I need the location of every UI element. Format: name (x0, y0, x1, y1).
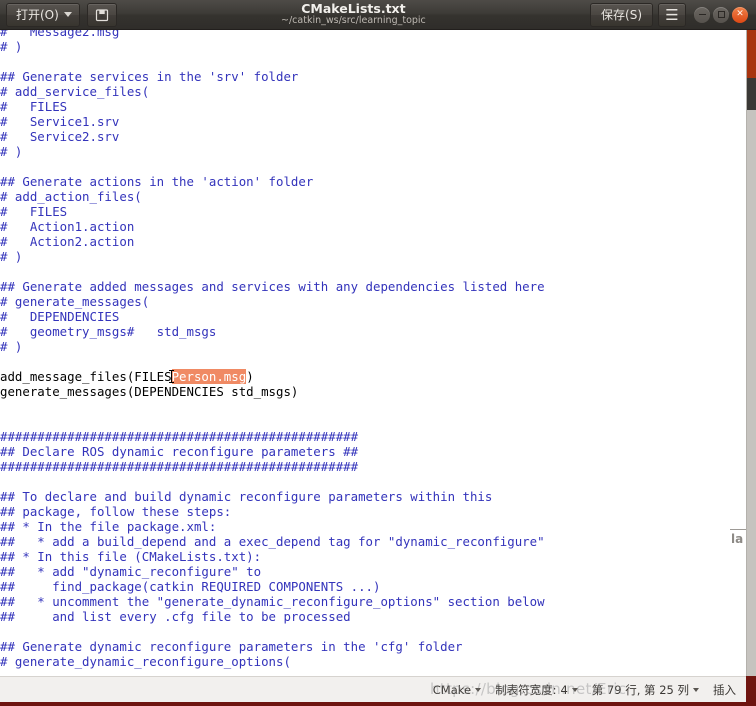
text-editor[interactable]: # Message2.msg # ) ## Generate services i… (0, 30, 746, 676)
insert-mode[interactable]: 插入 (713, 682, 736, 698)
code-line: # add_action_files( (0, 189, 142, 204)
code-line: ## package, follow these steps: (0, 504, 232, 519)
application-window: 打开(O) CMakeLists.txt ~/catkin_ws/src/lea… (0, 0, 756, 706)
code-line: # FILES (0, 99, 68, 114)
vertical-scrollbar[interactable] (746, 30, 756, 676)
source-code[interactable]: # Message2.msg # ) ## Generate services i… (0, 30, 545, 669)
code-text: add_message_files(FILES (0, 369, 172, 384)
save-button[interactable]: 保存(S) (590, 2, 653, 27)
hamburger-icon: ☰ (665, 5, 679, 24)
save-as-icon (95, 8, 108, 21)
close-button[interactable]: ✕ (732, 6, 748, 23)
language-selector[interactable]: CMake (432, 682, 482, 697)
selected-text[interactable]: Person.msg (171, 369, 247, 384)
code-line: # generate_dynamic_reconfigure_options( (0, 654, 291, 669)
status-bar: CMake 制表符宽度: 4 第 79 行, 第 25 列 插入 (0, 676, 746, 702)
code-line: # Action2.action (0, 234, 135, 249)
menu-button[interactable]: ☰ (658, 2, 686, 27)
code-line: # ) (0, 39, 23, 54)
chevron-down-icon (571, 687, 578, 692)
document-title: CMakeLists.txt (301, 0, 406, 16)
title-bar: 打开(O) CMakeLists.txt ~/catkin_ws/src/lea… (0, 0, 756, 30)
code-line: ## * In the file package.xml: (0, 519, 217, 534)
code-line: # Message2.msg (0, 30, 120, 39)
scrollbar-thumb[interactable] (747, 78, 756, 110)
cursor-position[interactable]: 第 79 行, 第 25 列 (592, 682, 699, 698)
code-line: ########################################… (0, 429, 359, 444)
window-title: CMakeLists.txt ~/catkin_ws/src/learning_… (117, 2, 590, 27)
code-line: ## Generate dynamic reconfigure paramete… (0, 639, 463, 654)
code-line: # FILES (0, 204, 68, 219)
language-label: CMake (432, 682, 472, 697)
code-line: ## Declare ROS dynamic reconfigure param… (0, 444, 359, 459)
insert-mode-label: 插入 (713, 682, 736, 697)
code-line: add_message_files(FILESPerson.msg) (0, 369, 545, 384)
code-line: ########################################… (0, 459, 359, 474)
code-line: # Action1.action (0, 219, 135, 234)
document-path: ~/catkin_ws/src/learning_topic (281, 15, 426, 27)
save-button-label: 保存(S) (601, 8, 642, 22)
code-line: ## find_package(catkin REQUIRED COMPONEN… (0, 579, 381, 594)
text-cursor (169, 370, 175, 383)
code-line: # Service1.srv (0, 114, 120, 129)
maximize-icon (717, 11, 725, 18)
tab-width-label: 制表符宽度: (495, 682, 557, 697)
code-line: # Service2.srv (0, 129, 120, 144)
edge-ghost-text: la (731, 532, 744, 546)
tab-width-value: 4 (560, 682, 568, 697)
code-line: ## * uncomment the "generate_dynamic_rec… (0, 594, 545, 609)
code-text: ) (246, 369, 254, 384)
code-line: ## * In this file (CMakeLists.txt): (0, 549, 262, 564)
code-line: # DEPENDENCIES (0, 309, 120, 324)
code-line: ## Generate services in the 'srv' folder (0, 69, 299, 84)
code-line: ## To declare and build dynamic reconfig… (0, 489, 493, 504)
chevron-down-icon (693, 687, 699, 692)
code-line: generate_messages(DEPENDENCIES std_msgs) (0, 384, 299, 399)
cursor-position-label: 第 79 行, 第 25 列 (591, 682, 689, 697)
code-line: # ) (0, 249, 23, 264)
scrollbar-track-top[interactable] (747, 30, 756, 78)
edge-divider (730, 529, 746, 530)
save-as-button[interactable] (86, 2, 117, 27)
code-line: # ) (0, 339, 23, 354)
chevron-down-icon (475, 687, 482, 692)
code-line: # ) (0, 144, 23, 159)
maximize-button[interactable] (713, 6, 729, 23)
code-line: ## Generate added messages and services … (0, 279, 545, 294)
code-line: # geometry_msgs# std_msgs (0, 324, 217, 339)
open-button[interactable]: 打开(O) (6, 2, 80, 27)
code-line: ## * add a build_depend and a exec_depen… (0, 534, 545, 549)
code-line: ## Generate actions in the 'action' fold… (0, 174, 314, 189)
tab-width-selector[interactable]: 制表符宽度: 4 (495, 682, 578, 698)
open-button-label: 打开(O) (16, 8, 59, 22)
code-line: # add_service_files( (0, 84, 150, 99)
window-controls: ✕ (694, 6, 752, 23)
close-icon: ✕ (736, 9, 744, 19)
chevron-down-icon (63, 12, 72, 17)
minimize-icon (698, 13, 706, 16)
minimize-button[interactable] (694, 6, 710, 23)
code-line: # generate_messages( (0, 294, 150, 309)
code-line: ## and list every .cfg file to be proces… (0, 609, 351, 624)
code-line: ## * add "dynamic_reconfigure" to (0, 564, 262, 579)
